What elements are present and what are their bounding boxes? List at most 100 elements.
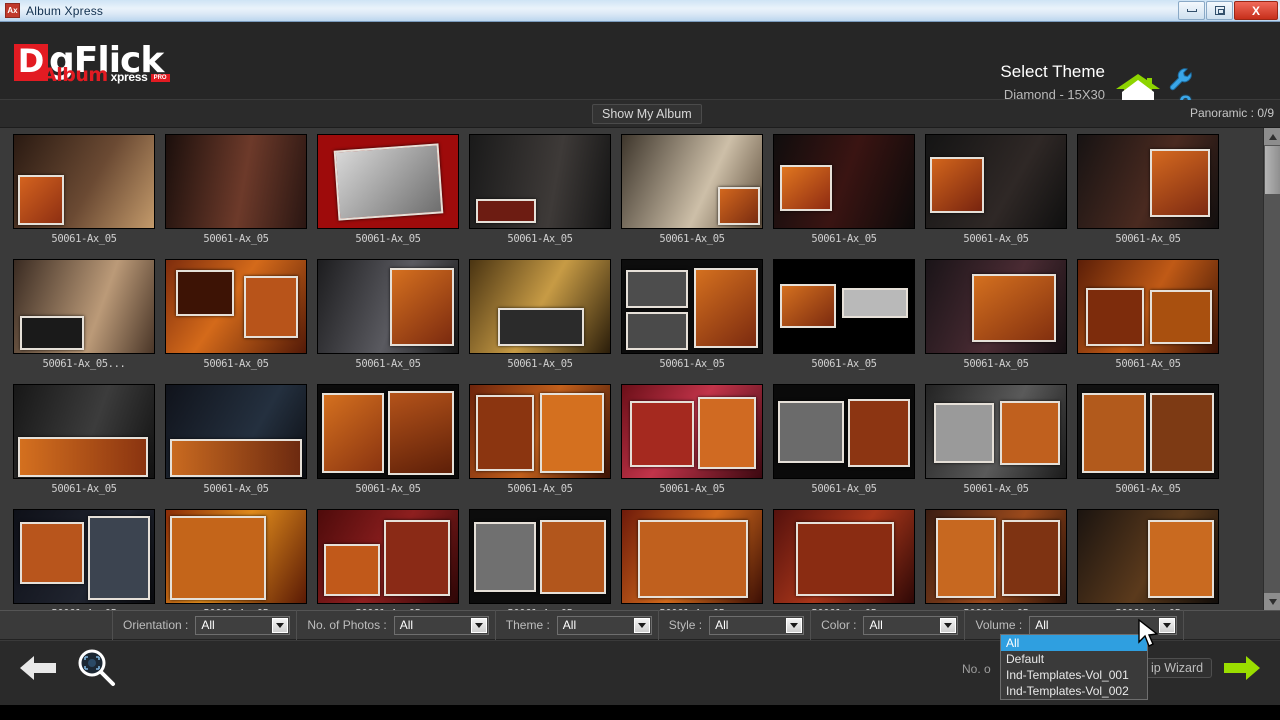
template-thumbnail[interactable] xyxy=(773,259,915,354)
chevron-down-icon[interactable] xyxy=(470,617,487,633)
skip-wizard-button[interactable]: ip Wizard xyxy=(1142,658,1213,678)
template-cell[interactable]: 50061-Ax_05 xyxy=(464,509,616,610)
template-cell[interactable]: 50061-Ax_05 xyxy=(920,509,1072,610)
template-cell[interactable]: 50061-Ax_05 xyxy=(768,134,920,257)
scroll-down-button[interactable] xyxy=(1264,593,1280,610)
filter-select[interactable]: All xyxy=(709,615,805,635)
thumbnail-photo-inset xyxy=(170,516,266,600)
template-cell[interactable]: 50061-Ax_05 xyxy=(8,134,160,257)
template-thumbnail[interactable] xyxy=(621,384,763,479)
template-thumbnail[interactable] xyxy=(621,509,763,604)
next-arrow-icon[interactable] xyxy=(1222,652,1262,684)
scroll-up-button[interactable] xyxy=(1264,128,1280,145)
template-thumbnail[interactable] xyxy=(469,134,611,229)
template-thumbnail[interactable] xyxy=(925,509,1067,604)
minimize-button[interactable] xyxy=(1178,1,1205,20)
template-cell[interactable]: 50061-Ax_05 xyxy=(616,509,768,610)
filter-select[interactable]: All xyxy=(863,615,959,635)
dropdown-option[interactable]: Ind-Templates-Vol_002 xyxy=(1001,683,1147,699)
show-my-album-button[interactable]: Show My Album xyxy=(592,104,702,124)
scrollbar-thumb[interactable] xyxy=(1265,146,1280,194)
template-cell[interactable]: 50061-Ax_05 xyxy=(160,259,312,382)
chevron-down-icon[interactable] xyxy=(633,617,650,633)
chevron-down-icon[interactable] xyxy=(940,617,957,633)
template-thumbnail[interactable] xyxy=(13,384,155,479)
template-cell[interactable]: 50061-Ax_05... xyxy=(8,259,160,382)
thumbnail-artwork xyxy=(622,260,762,353)
close-button[interactable]: X xyxy=(1234,1,1278,20)
back-arrow-icon[interactable] xyxy=(18,652,58,684)
template-thumbnail[interactable] xyxy=(317,134,459,229)
template-thumbnail[interactable] xyxy=(165,509,307,604)
template-thumbnail[interactable] xyxy=(1077,134,1219,229)
grid-vertical-scrollbar[interactable] xyxy=(1263,128,1280,610)
template-thumbnail[interactable] xyxy=(469,384,611,479)
template-cell[interactable]: 50061-Ax_05 xyxy=(768,509,920,610)
template-cell[interactable]: 50061-Ax_05 xyxy=(464,134,616,257)
thumbnail-artwork xyxy=(470,135,610,228)
chevron-down-icon[interactable] xyxy=(786,617,803,633)
template-thumbnail[interactable] xyxy=(469,509,611,604)
volume-dropdown-list[interactable]: All Default Ind-Templates-Vol_001 Ind-Templ… xyxy=(1000,634,1148,700)
template-thumbnail[interactable] xyxy=(1077,259,1219,354)
template-cell[interactable]: 50061-Ax_05 xyxy=(768,384,920,507)
template-thumbnail[interactable] xyxy=(773,134,915,229)
template-cell[interactable]: 50061-Ax_05 xyxy=(312,134,464,257)
template-cell[interactable]: 50061-Ax_05 xyxy=(920,259,1072,382)
template-thumbnail[interactable] xyxy=(317,259,459,354)
thumbnail-artwork xyxy=(774,510,914,603)
template-thumbnail[interactable] xyxy=(13,509,155,604)
template-cell[interactable]: 50061-Ax_05 xyxy=(768,259,920,382)
template-thumbnail[interactable] xyxy=(317,509,459,604)
template-cell[interactable]: 50061-Ax_05 xyxy=(920,384,1072,507)
template-cell[interactable]: 50061-Ax_05 xyxy=(920,134,1072,257)
template-cell[interactable]: 50061-Ax_05 xyxy=(616,259,768,382)
template-thumbnail[interactable] xyxy=(317,384,459,479)
template-thumbnail[interactable] xyxy=(165,384,307,479)
filter-select[interactable]: All xyxy=(556,615,652,635)
template-cell[interactable]: 50061-Ax_05 xyxy=(160,509,312,610)
template-thumbnail[interactable] xyxy=(621,259,763,354)
template-cell[interactable]: 50061-Ax_05 xyxy=(312,509,464,610)
template-cell[interactable]: 50061-Ax_05 xyxy=(312,259,464,382)
template-cell[interactable]: 50061-Ax_05 xyxy=(160,134,312,257)
template-thumbnail[interactable] xyxy=(13,259,155,354)
filter-select[interactable]: All xyxy=(195,615,291,635)
template-thumbnail[interactable] xyxy=(1077,384,1219,479)
template-cell[interactable]: 50061-Ax_05 xyxy=(160,384,312,507)
zoom-search-icon[interactable] xyxy=(75,648,119,688)
template-thumbnail[interactable] xyxy=(621,134,763,229)
template-cell[interactable]: 50061-Ax_05 xyxy=(1072,509,1224,610)
template-cell[interactable]: 50061-Ax_05 xyxy=(312,384,464,507)
template-thumbnail[interactable] xyxy=(165,134,307,229)
filter-select[interactable]: All xyxy=(393,615,489,635)
chevron-down-icon[interactable] xyxy=(272,617,289,633)
dropdown-option[interactable]: Ind-Templates-Vol_001 xyxy=(1001,667,1147,683)
template-thumbnail[interactable] xyxy=(773,384,915,479)
template-thumbnail[interactable] xyxy=(925,259,1067,354)
template-thumbnail[interactable] xyxy=(13,134,155,229)
template-cell[interactable]: 50061-Ax_05 xyxy=(1072,134,1224,257)
template-cell[interactable]: 50061-Ax_05 xyxy=(8,384,160,507)
template-cell[interactable]: 50061-Ax_05 xyxy=(616,384,768,507)
template-thumbnail[interactable] xyxy=(925,134,1067,229)
chevron-down-icon[interactable] xyxy=(1159,617,1176,633)
template-thumbnail[interactable] xyxy=(925,384,1067,479)
template-thumbnail[interactable] xyxy=(469,259,611,354)
dropdown-option[interactable]: Default xyxy=(1001,651,1147,667)
dropdown-option[interactable]: All xyxy=(1001,635,1147,651)
template-cell[interactable]: 50061-Ax_05 xyxy=(464,259,616,382)
maximize-button[interactable] xyxy=(1206,1,1233,20)
template-cell[interactable]: 50061-Ax_05 xyxy=(464,384,616,507)
template-cell[interactable]: 50061-Ax_05 xyxy=(1072,384,1224,507)
wrench-icon[interactable] xyxy=(1168,67,1194,93)
template-thumbnail[interactable] xyxy=(1077,509,1219,604)
template-cell[interactable]: 50061-Ax_05 xyxy=(8,509,160,610)
template-cell[interactable]: 50061-Ax_05 xyxy=(616,134,768,257)
thumbnail-photo-inset xyxy=(324,544,380,596)
filter-select[interactable]: All xyxy=(1029,615,1178,635)
template-cell[interactable]: 50061-Ax_05 xyxy=(1072,259,1224,382)
template-thumbnail[interactable] xyxy=(165,259,307,354)
thumbnail-artwork xyxy=(1078,135,1218,228)
template-thumbnail[interactable] xyxy=(773,509,915,604)
